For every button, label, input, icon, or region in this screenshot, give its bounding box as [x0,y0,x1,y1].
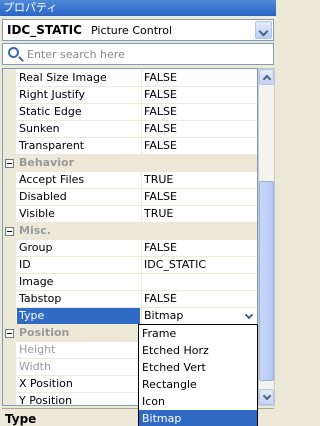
property-value[interactable]: FALSE [141,121,257,137]
property-name: Type [17,308,140,324]
property-name: Tabstop [19,292,62,305]
collapse-icon[interactable] [5,329,14,338]
property-name: Group [19,241,53,254]
property-row-real-size-image[interactable]: Real Size Image FALSE [3,70,257,87]
property-value[interactable]: FALSE [141,291,257,307]
property-value[interactable]: FALSE [141,240,257,256]
property-row-disabled[interactable]: Disabled FALSE [3,189,257,206]
property-name: Visible [19,207,55,220]
property-value[interactable]: FALSE [141,189,257,205]
property-value[interactable]: TRUE [141,206,257,222]
property-name: Transparent [19,139,85,152]
object-name: IDC_STATIC [7,23,82,37]
dropdown-option[interactable]: Bitmap [139,410,257,426]
property-name: Sunken [19,122,60,135]
property-row-static-edge[interactable]: Static Edge FALSE [3,104,257,121]
property-name: X Position [19,377,73,390]
object-selector[interactable]: IDC_STATIC Picture Control [2,19,274,41]
property-value[interactable]: IDC_STATIC [141,257,257,273]
property-value[interactable]: Bitmap [141,308,257,324]
scroll-thumb[interactable] [259,181,274,381]
dropdown-option[interactable]: Etched Vert [139,359,257,376]
dropdown-option[interactable]: Icon [139,393,257,410]
description-title: Type [5,412,37,426]
search-icon [8,47,19,58]
dropdown-option[interactable]: Etched Horz [139,342,257,359]
category-label: Misc. [19,224,51,237]
scroll-up-icon[interactable] [259,69,274,85]
property-value[interactable]: FALSE [141,138,257,154]
property-row-type[interactable]: Type Bitmap [3,308,257,325]
chevron-down-icon[interactable] [242,309,257,323]
property-value[interactable]: TRUE [141,172,257,188]
chevron-down-icon[interactable] [255,21,272,39]
property-name: Y Position [19,394,73,406]
property-row-group[interactable]: Group FALSE [3,240,257,257]
property-row-accept-files[interactable]: Accept Files TRUE [3,172,257,189]
property-name: Width [19,360,51,373]
property-name: Disabled [19,190,67,203]
search-bar [2,43,274,65]
object-type: Picture Control [91,24,173,37]
type-dropdown-list: Frame Etched Horz Etched Vert Rectangle Icon… [138,324,258,426]
property-value[interactable]: FALSE [141,104,257,120]
search-input[interactable] [27,46,267,62]
property-value[interactable]: FALSE [141,87,257,103]
property-row-visible[interactable]: Visible TRUE [3,206,257,223]
collapse-icon[interactable] [5,159,14,168]
category-label: Behavior [19,156,75,169]
property-row-right-justify[interactable]: Right Justify FALSE [3,87,257,104]
property-row-tabstop[interactable]: Tabstop FALSE [3,291,257,308]
dropdown-option[interactable]: Rectangle [139,376,257,393]
property-name: Height [19,343,56,356]
property-row-transparent[interactable]: Transparent FALSE [3,138,257,155]
property-value[interactable]: FALSE [141,70,257,86]
property-row-id[interactable]: ID IDC_STATIC [3,257,257,274]
property-name: ID [19,258,31,271]
property-name: Image [19,275,54,288]
property-row-sunken[interactable]: Sunken FALSE [3,121,257,138]
window-title: プロパティ [0,0,276,16]
dropdown-option[interactable]: Frame [139,325,257,342]
vertical-scrollbar[interactable] [258,68,275,406]
property-name: Accept Files [19,173,85,186]
category-behavior[interactable]: Behavior [3,155,257,172]
property-name: Real Size Image [19,71,107,84]
property-value[interactable] [141,274,257,290]
collapse-icon[interactable] [5,227,14,236]
property-name: Static Edge [19,105,82,118]
property-row-image[interactable]: Image [3,274,257,291]
category-misc[interactable]: Misc. [3,223,257,240]
property-name: Right Justify [19,88,85,101]
scroll-down-icon[interactable] [259,389,274,405]
